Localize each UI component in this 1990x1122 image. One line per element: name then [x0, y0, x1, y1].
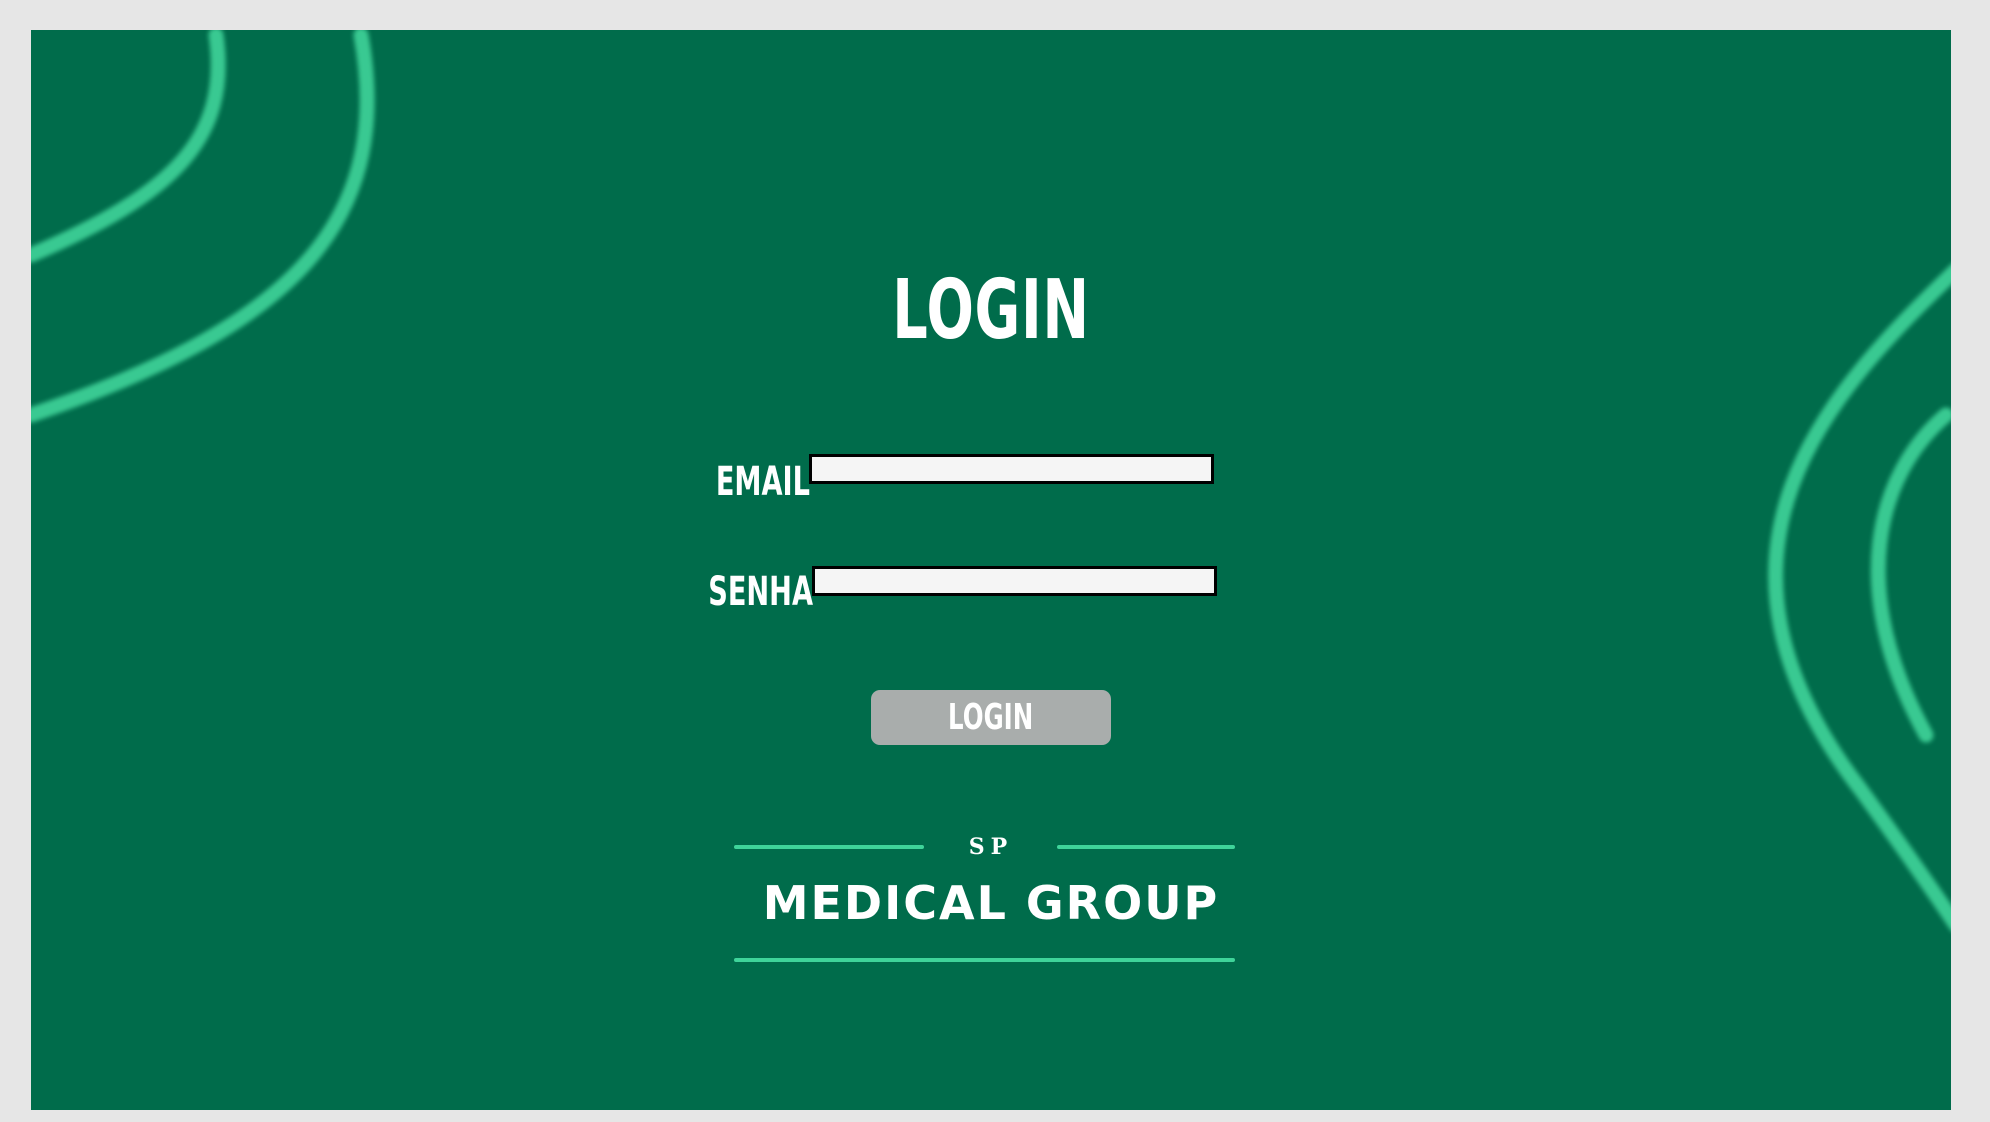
email-label: EMAIL: [715, 459, 810, 505]
curve-top-left-outer: [31, 30, 375, 423]
login-button-label: LOGIN: [948, 697, 1034, 738]
sp-medical-group-logo: SP MEDICAL GROUP: [731, 830, 1251, 1010]
curve-top-left-inner: [31, 30, 226, 263]
email-input[interactable]: [809, 454, 1214, 484]
password-input[interactable]: [812, 566, 1217, 596]
password-label: SENHA: [708, 569, 813, 615]
logo-line-right: [1057, 845, 1235, 849]
page-title: LOGIN: [892, 263, 1090, 358]
login-screen: LOGIN EMAIL SENHA LOGIN SP MEDICAL GROUP: [31, 30, 1951, 1110]
curve-right-inner: [1870, 407, 1951, 743]
login-button[interactable]: LOGIN: [871, 690, 1111, 745]
logo-line-bottom: [734, 958, 1235, 962]
curve-right-outer: [1768, 264, 1951, 931]
logo-name-text: MEDICAL GROUP: [762, 876, 1220, 930]
